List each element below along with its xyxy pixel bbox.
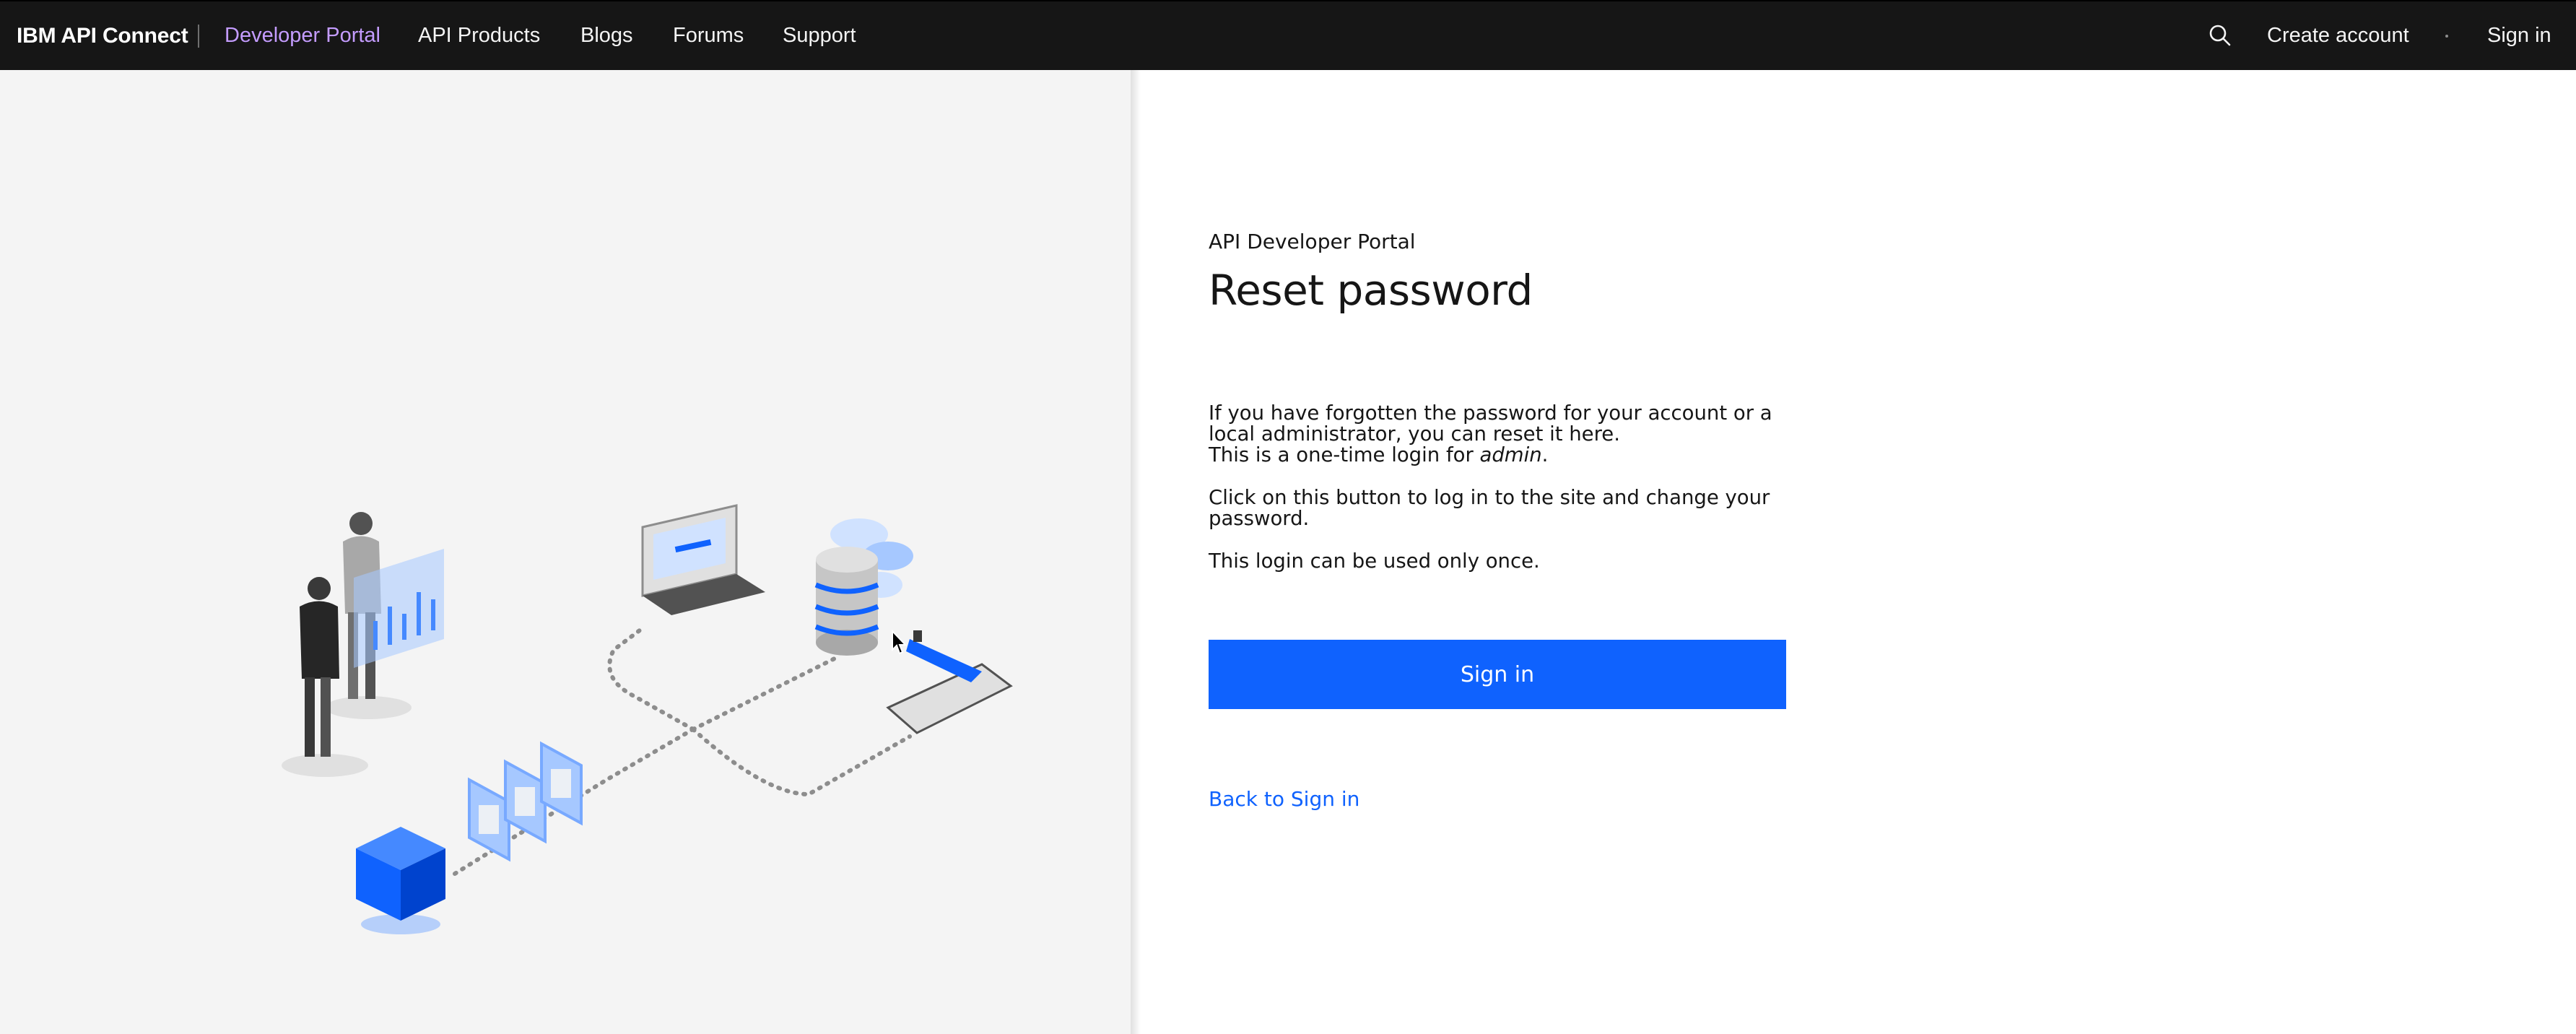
blue-cube — [356, 827, 445, 934]
sign-in-button[interactable]: Sign in — [1209, 640, 1786, 709]
container-frames — [468, 741, 583, 862]
api-network-illustration — [282, 504, 1013, 934]
people-figures — [282, 512, 444, 777]
one-time-login-suffix: . — [1541, 443, 1549, 466]
nav-api-products[interactable]: API Products — [418, 1, 540, 70]
top-navigation-bar: IBM API Connect Developer Portal API Pro… — [0, 0, 2576, 70]
mouse-cursor-icon — [892, 630, 907, 655]
page-eyebrow: API Developer Portal — [1209, 230, 1416, 253]
one-time-login-line: This is a one-time login for admin. — [1209, 445, 1786, 466]
brand-logo[interactable]: IBM API Connect — [17, 1, 188, 70]
nav-blogs[interactable]: Blogs — [580, 1, 633, 70]
panel-divider — [1131, 70, 1141, 1034]
reset-description: If you have forgotten the password for y… — [1209, 403, 1786, 466]
username: admin — [1479, 443, 1542, 466]
laptop-illustration — [641, 504, 765, 615]
nav-support[interactable]: Support — [783, 1, 856, 70]
create-account-link[interactable]: Create account — [2267, 1, 2409, 70]
reset-description-line1: If you have forgotten the password for y… — [1209, 401, 1772, 446]
page-title: Reset password — [1209, 266, 1533, 315]
separator-dot — [2445, 35, 2448, 38]
instruction-text: Click on this button to log in to the si… — [1209, 486, 1770, 530]
single-use-notice: This login can be used only once. — [1209, 549, 1540, 573]
search-icon[interactable] — [2206, 22, 2234, 49]
back-to-sign-in-link[interactable]: Back to Sign in — [1209, 787, 1359, 811]
nav-developer-portal[interactable]: Developer Portal — [225, 1, 380, 70]
one-time-login-prefix: This is a one-time login for — [1209, 443, 1480, 466]
nav-forums[interactable]: Forums — [673, 1, 744, 70]
header-sign-in-link[interactable]: Sign in — [2487, 1, 2551, 70]
brand-divider — [198, 25, 199, 48]
